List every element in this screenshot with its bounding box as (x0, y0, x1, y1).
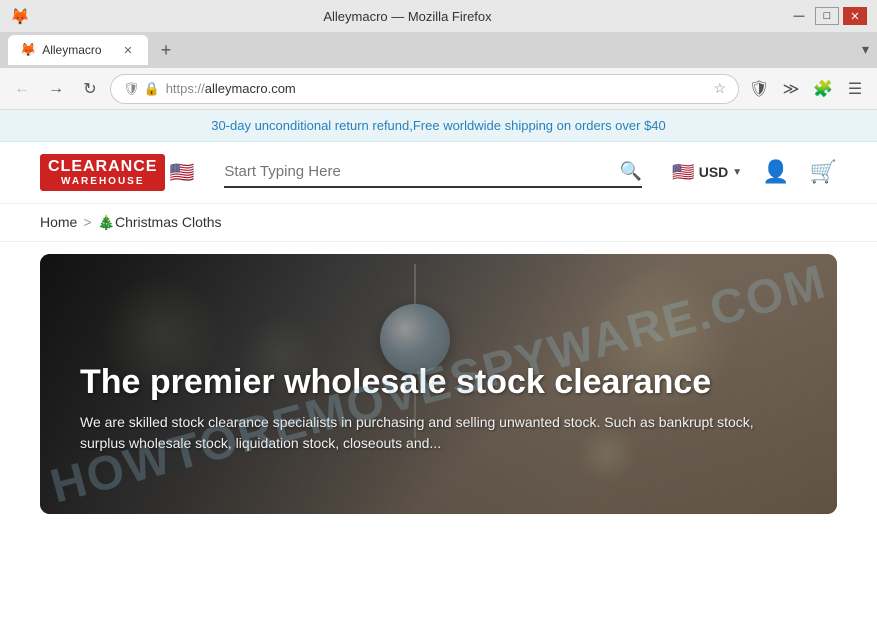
header-right: 🇺🇸 USD ▼ 👤 🛒 (672, 159, 837, 185)
title-bar-left: 🦊 (10, 7, 28, 25)
site-logo[interactable]: CLEARANCE WAREHOUSE 🇺🇸 (40, 154, 194, 191)
promo-text: 30-day unconditional return refund,Free … (211, 118, 666, 133)
logo-flag-icon: 🇺🇸 (169, 160, 194, 185)
shield-icon: 🛡 (123, 81, 140, 97)
search-bar[interactable]: 🔍 (224, 157, 642, 188)
lock-icon: 🔒 (144, 81, 160, 97)
logo-warehouse-text: WAREHOUSE (61, 176, 145, 187)
currency-selector[interactable]: 🇺🇸 USD ▼ (672, 162, 742, 183)
window-controls: — □ ✕ (787, 7, 867, 25)
tab-favicon: 🦊 (20, 42, 36, 58)
breadcrumb-home-link[interactable]: Home (40, 214, 77, 230)
refresh-button[interactable]: ↻ (76, 75, 104, 103)
minimize-button[interactable]: — (787, 7, 811, 25)
breadcrumb-separator: > (83, 214, 91, 230)
menu-button[interactable]: ☰ (841, 75, 869, 103)
url-https: https:// (166, 81, 205, 96)
tab-title: Alleymacro (42, 43, 114, 57)
nav-right-controls: 🛡 ≫ 🧩 ☰ (745, 75, 869, 103)
currency-dropdown-icon: ▼ (732, 167, 742, 178)
breadcrumb: Home > 🎄Christmas Cloths (0, 204, 877, 242)
breadcrumb-current-page: 🎄Christmas Cloths (98, 214, 222, 231)
forward-button[interactable]: → (42, 75, 70, 103)
page-content: 30-day unconditional return refund,Free … (0, 110, 877, 526)
title-bar: 🦊 Alleymacro — Mozilla Firefox — □ ✕ (0, 0, 877, 32)
hero-title: The premier wholesale stock clearance (80, 363, 797, 402)
currency-text: USD (699, 164, 729, 180)
tab-bar-right: ▾ (862, 41, 869, 59)
search-input[interactable] (224, 157, 620, 186)
user-account-icon[interactable]: 👤 (762, 159, 789, 185)
address-bar[interactable]: 🛡 🔒 https://alleymacro.com ☆ (110, 74, 739, 104)
tab-list-button[interactable]: ▾ (862, 41, 869, 57)
security-indicators: 🛡 🔒 (123, 81, 160, 97)
hero-subtitle: We are skilled stock clearance specialis… (80, 412, 797, 454)
shield-vpn-button[interactable]: 🛡 (745, 75, 773, 103)
maximize-button[interactable]: □ (815, 7, 839, 25)
close-button[interactable]: ✕ (843, 7, 867, 25)
cart-icon[interactable]: 🛒 (810, 159, 837, 185)
new-tab-button[interactable]: + (152, 36, 180, 64)
currency-flag-icon: 🇺🇸 (672, 162, 694, 183)
window-title: Alleymacro — Mozilla Firefox (28, 9, 787, 24)
url-domain: alleymacro.com (205, 81, 296, 96)
tab-bar: 🦊 Alleymacro ✕ + ▾ (0, 32, 877, 68)
hero-text-container: The premier wholesale stock clearance We… (80, 363, 797, 454)
extensions-button[interactable]: ≫ (777, 75, 805, 103)
logo-clearance-text: CLEARANCE (48, 158, 157, 176)
active-tab[interactable]: 🦊 Alleymacro ✕ (8, 35, 148, 65)
hero-section: The premier wholesale stock clearance We… (40, 254, 837, 514)
extensions-puzzle-button[interactable]: 🧩 (809, 75, 837, 103)
logo-box: CLEARANCE WAREHOUSE (40, 154, 165, 191)
search-icon[interactable]: 🔍 (620, 161, 642, 182)
firefox-icon: 🦊 (10, 7, 28, 25)
site-header: CLEARANCE WAREHOUSE 🇺🇸 🔍 🇺🇸 USD ▼ 👤 🛒 (0, 142, 877, 204)
back-button[interactable]: ← (8, 75, 36, 103)
bookmark-icon[interactable]: ☆ (713, 80, 726, 97)
browser-chrome: 🦊 Alleymacro — Mozilla Firefox — □ ✕ 🦊 A… (0, 0, 877, 110)
tab-close-button[interactable]: ✕ (120, 42, 136, 58)
nav-bar: ← → ↻ 🛡 🔒 https://alleymacro.com ☆ 🛡 ≫ 🧩… (0, 68, 877, 110)
url-text: https://alleymacro.com (166, 81, 708, 96)
promo-banner: 30-day unconditional return refund,Free … (0, 110, 877, 142)
